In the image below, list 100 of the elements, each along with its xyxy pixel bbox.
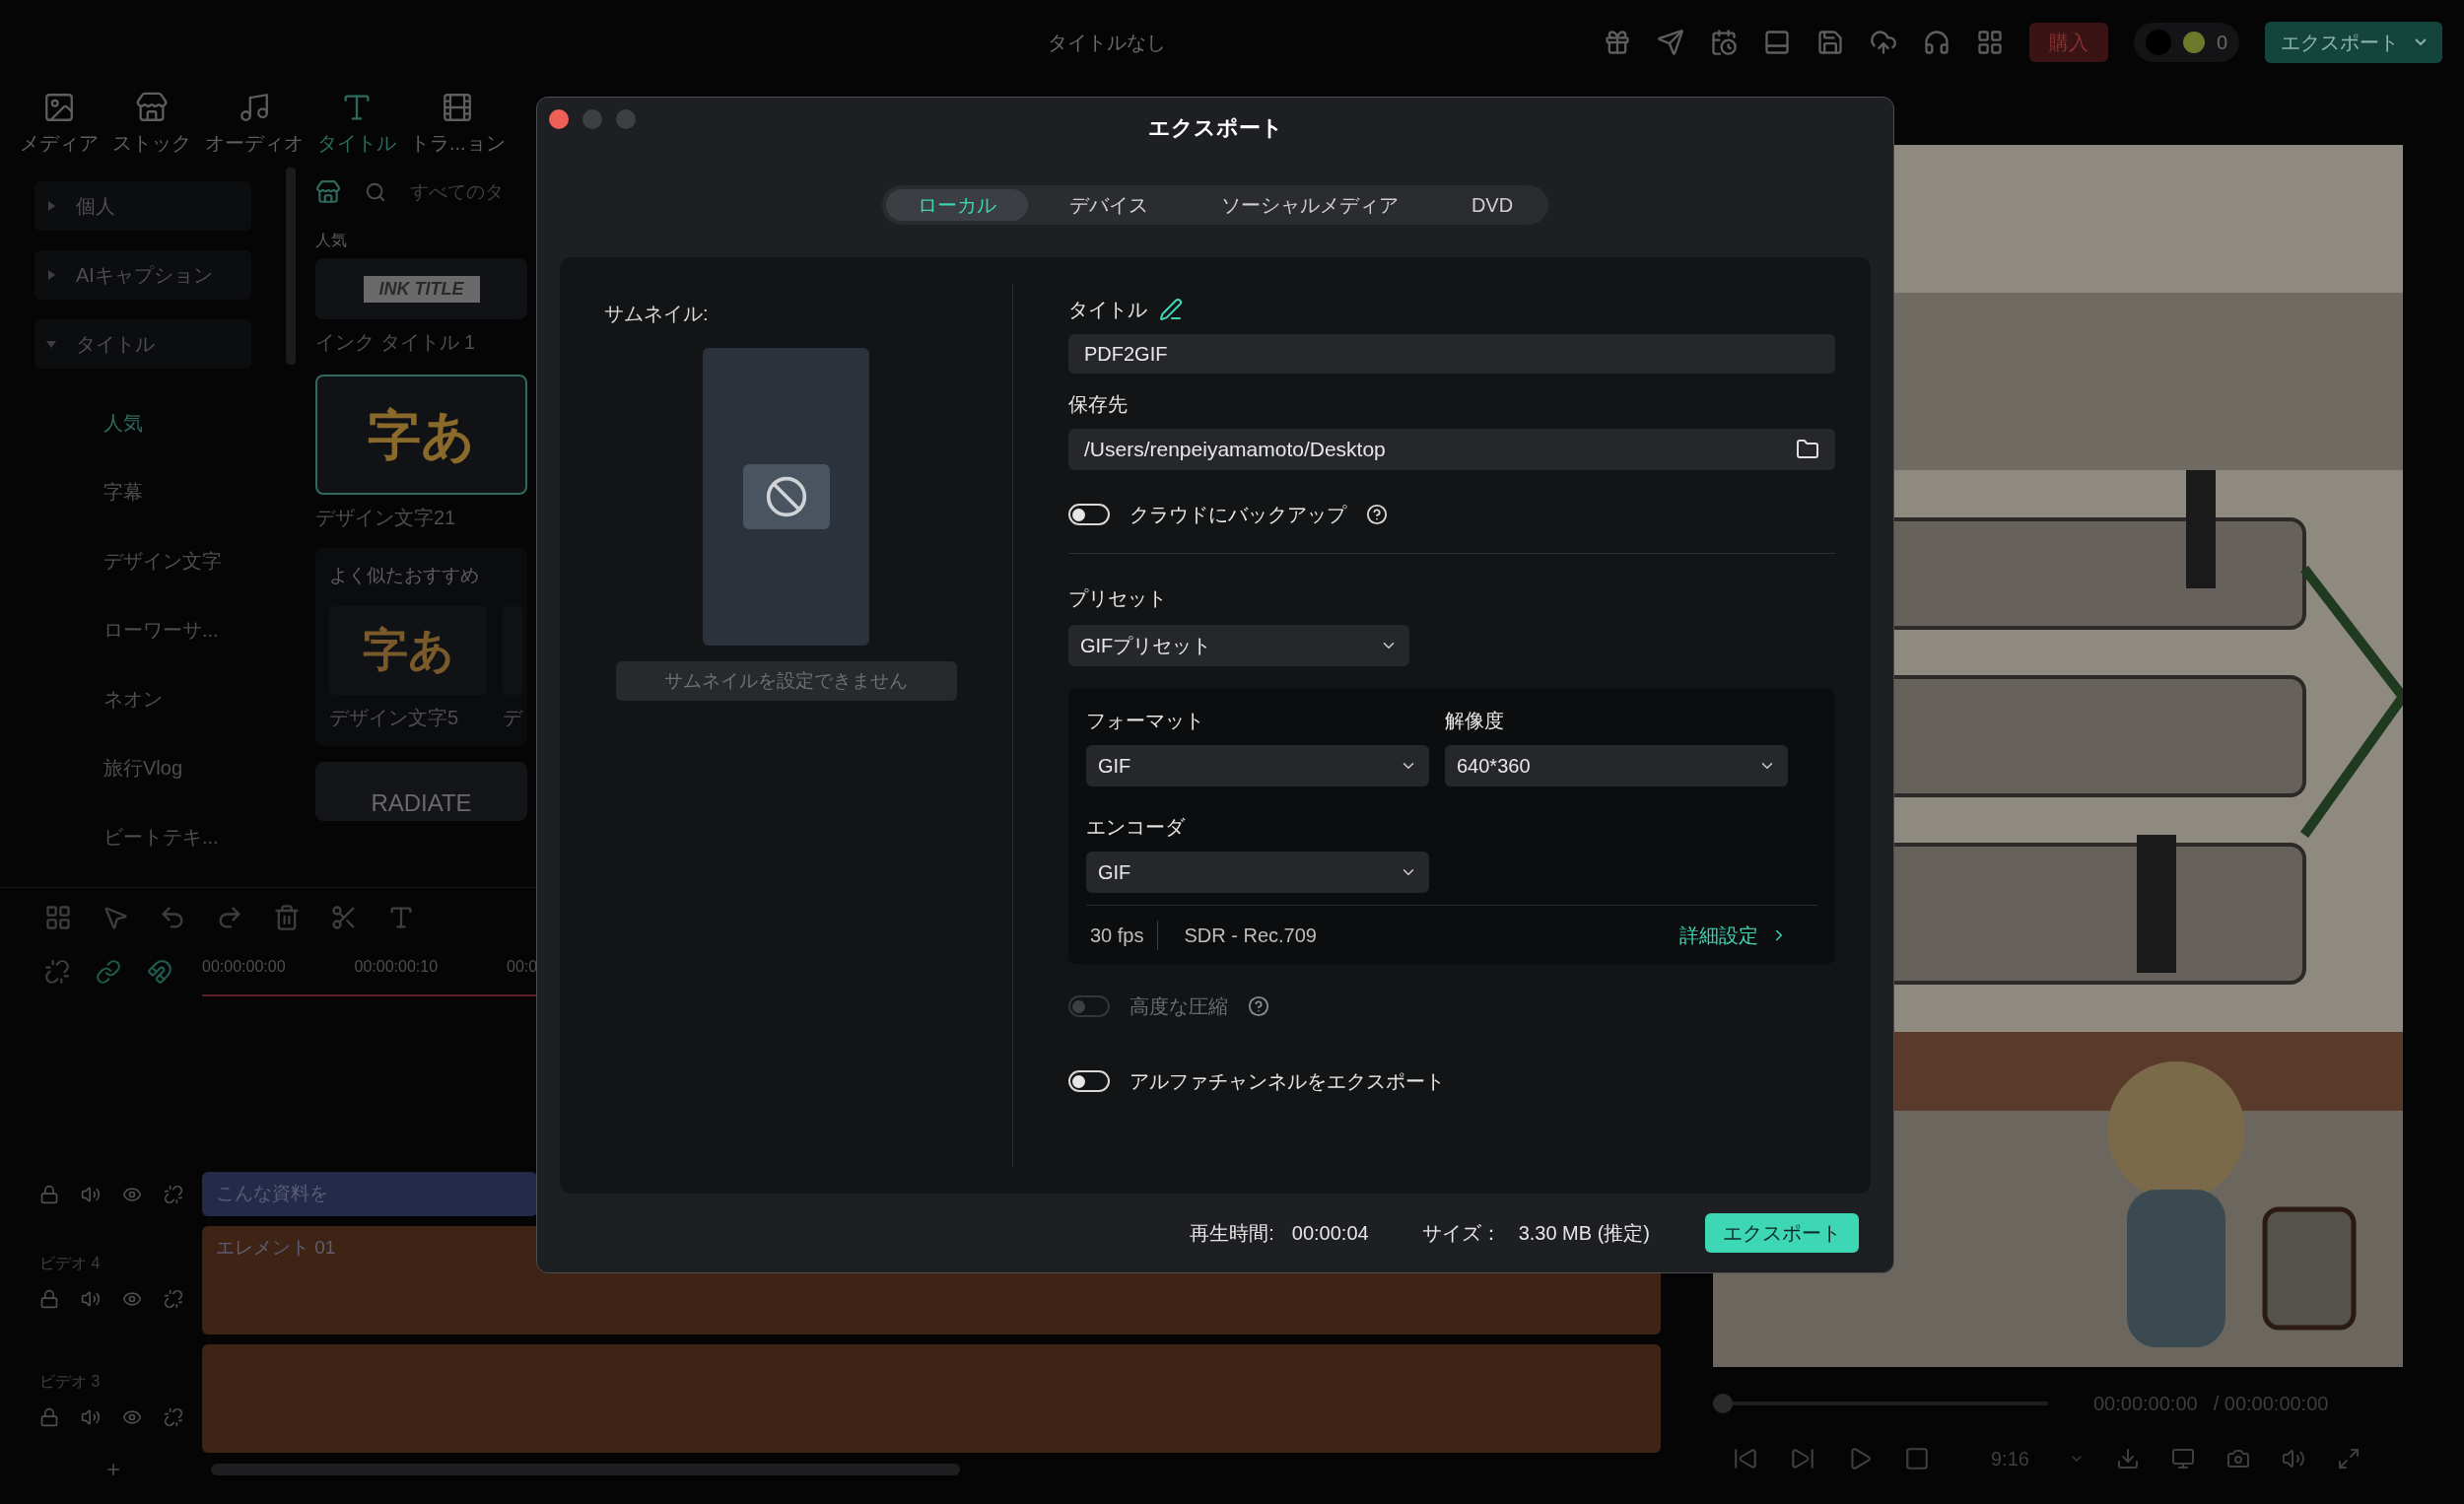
toggle-label: クラウドにバックアップ [1129, 503, 1346, 527]
media-tab[interactable]: タイトル [317, 91, 396, 158]
speaker-icon[interactable] [81, 1407, 101, 1427]
stop-icon[interactable] [1904, 1446, 1930, 1471]
dropdown[interactable]: GIF [1086, 852, 1429, 893]
next-frame-icon[interactable] [1790, 1446, 1815, 1471]
subcategory-item[interactable]: デザイン文字 [34, 546, 286, 576]
category-item[interactable]: AIキャプション [34, 250, 251, 300]
close-button[interactable] [549, 109, 569, 129]
collapsed-triangle-icon [46, 201, 56, 211]
lock-icon[interactable] [39, 1184, 59, 1204]
media-icon [42, 91, 76, 124]
thumbnail-label: サムネイル: [604, 302, 709, 326]
unlink-icon[interactable] [164, 1289, 183, 1309]
subcategory-item[interactable]: 人気 [34, 408, 286, 438]
credits-badge[interactable]: 0 [2133, 22, 2239, 62]
tab[interactable]: デバイス [1037, 189, 1180, 221]
lock-icon[interactable] [39, 1407, 59, 1427]
toggle-switch[interactable] [1068, 504, 1110, 525]
music-note-icon [238, 91, 271, 124]
snapshot-icon[interactable] [2225, 1447, 2250, 1470]
subcategory-item[interactable]: ビートテキ... [34, 822, 286, 852]
buy-button[interactable]: 購入 [2028, 22, 2108, 62]
lock-icon[interactable] [39, 1289, 59, 1309]
title-thumbnail[interactable]: INK TITLE [315, 258, 527, 319]
store-icon [135, 91, 169, 124]
timeline-clip[interactable] [202, 1344, 1661, 1453]
path-field[interactable]: /Users/renpeiyamamoto/Desktop [1068, 429, 1835, 470]
advanced-settings-link[interactable]: 詳細設定 [1679, 920, 1788, 950]
save-icon[interactable] [1815, 28, 1844, 56]
schedule-icon[interactable] [1709, 28, 1738, 56]
trash-icon[interactable] [273, 904, 301, 931]
subcategory-item[interactable]: 旅行Vlog [34, 753, 286, 783]
export-button[interactable]: エクスポート [1705, 1213, 1859, 1253]
send-icon[interactable] [1656, 28, 1684, 56]
folder-icon[interactable] [1796, 438, 1819, 461]
magnet-icon[interactable] [147, 959, 172, 985]
media-tab[interactable]: オーディオ [205, 91, 304, 158]
title-thumbnail[interactable]: RADIATE [315, 761, 527, 821]
set-thumbnail-button[interactable]: サムネイルを設定できません [615, 661, 957, 701]
export-menu-button[interactable]: エクスポート [2265, 21, 2442, 63]
title-field[interactable]: PDF2GIF [1068, 334, 1835, 374]
display-icon[interactable] [2170, 1447, 2195, 1470]
ai-pen-icon[interactable] [1159, 298, 1183, 321]
previous-frame-icon[interactable] [1733, 1446, 1758, 1471]
speaker-icon[interactable] [81, 1184, 101, 1204]
link-icon[interactable] [96, 959, 121, 985]
fullscreen-icon[interactable] [2336, 1447, 2361, 1470]
unlink-icon[interactable] [44, 959, 70, 985]
title-thumbnail[interactable]: 字あ [329, 605, 487, 695]
search-field[interactable]: すべてのタ [410, 177, 504, 207]
volume-icon[interactable] [2281, 1447, 2305, 1470]
store-icon[interactable] [315, 179, 341, 205]
expanded-triangle-icon [46, 339, 56, 349]
subcategory-item[interactable]: ローワーサ... [34, 615, 286, 645]
add-track-icon[interactable] [104, 1461, 122, 1478]
speaker-icon[interactable] [81, 1289, 101, 1309]
grid-icon[interactable] [44, 904, 72, 931]
category-item[interactable]: 個人 [34, 181, 251, 231]
toggle-label: 高度な圧縮 [1129, 994, 1228, 1019]
scrollbar[interactable] [211, 1464, 960, 1475]
no-entry-icon [764, 475, 808, 518]
search-icon[interactable] [365, 181, 386, 203]
thumbnail-caption: デ [503, 705, 522, 730]
media-tab[interactable]: メディア [20, 91, 99, 158]
playback-scrubber[interactable] [1713, 1394, 2048, 1413]
title-thumbnail[interactable]: 字あ [315, 375, 527, 495]
headset-icon[interactable] [1922, 28, 1951, 56]
tab[interactable]: ローカル [885, 189, 1028, 221]
zoom-button[interactable] [616, 109, 636, 129]
layout-icon[interactable] [1762, 28, 1791, 56]
gift-icon[interactable] [1603, 28, 1631, 56]
thumbnail-caption: デザイン文字21 [315, 506, 457, 530]
media-tab[interactable]: トラ...ョン [410, 91, 506, 158]
subcategory-item[interactable]: ネオン [34, 684, 286, 714]
cloud-upload-icon[interactable] [1869, 28, 1897, 56]
field-label: 保存先 [1068, 392, 1129, 417]
thumbnail-caption: インク タイトル 1 [315, 330, 477, 355]
project-title: タイトルなし [1048, 31, 1166, 55]
aspect-ratio-dropdown[interactable]: 9:16 [1991, 1444, 2085, 1473]
category-item[interactable]: タイトル [34, 319, 251, 369]
dialog-title: エクスポート [1147, 113, 1283, 142]
dropdown[interactable]: GIFプリセット [1068, 625, 1409, 666]
eye-icon[interactable] [122, 1407, 142, 1427]
eye-icon[interactable] [122, 1289, 142, 1309]
unlink-icon[interactable] [164, 1184, 183, 1204]
subcategory-item[interactable]: 字幕 [34, 477, 286, 507]
media-tab[interactable]: ストック [112, 91, 191, 158]
field-label: プリセット [1068, 586, 1168, 611]
minimize-button[interactable] [582, 109, 602, 129]
tab[interactable]: DVD [1439, 189, 1545, 221]
unlink-icon[interactable] [164, 1407, 183, 1427]
fps-text: 30 fps [1086, 920, 1159, 950]
toggle-switch[interactable] [1068, 1070, 1110, 1092]
total-time: / 00:00:00:00 [2213, 1392, 2329, 1416]
timeline-clip[interactable]: こんな資料を [202, 1172, 537, 1216]
dropdown[interactable]: 640*360 [1445, 745, 1788, 786]
dropdown[interactable]: GIF [1086, 745, 1429, 786]
grid-icon[interactable] [1975, 28, 2004, 56]
tab[interactable]: ソーシャルメディア [1189, 189, 1430, 221]
